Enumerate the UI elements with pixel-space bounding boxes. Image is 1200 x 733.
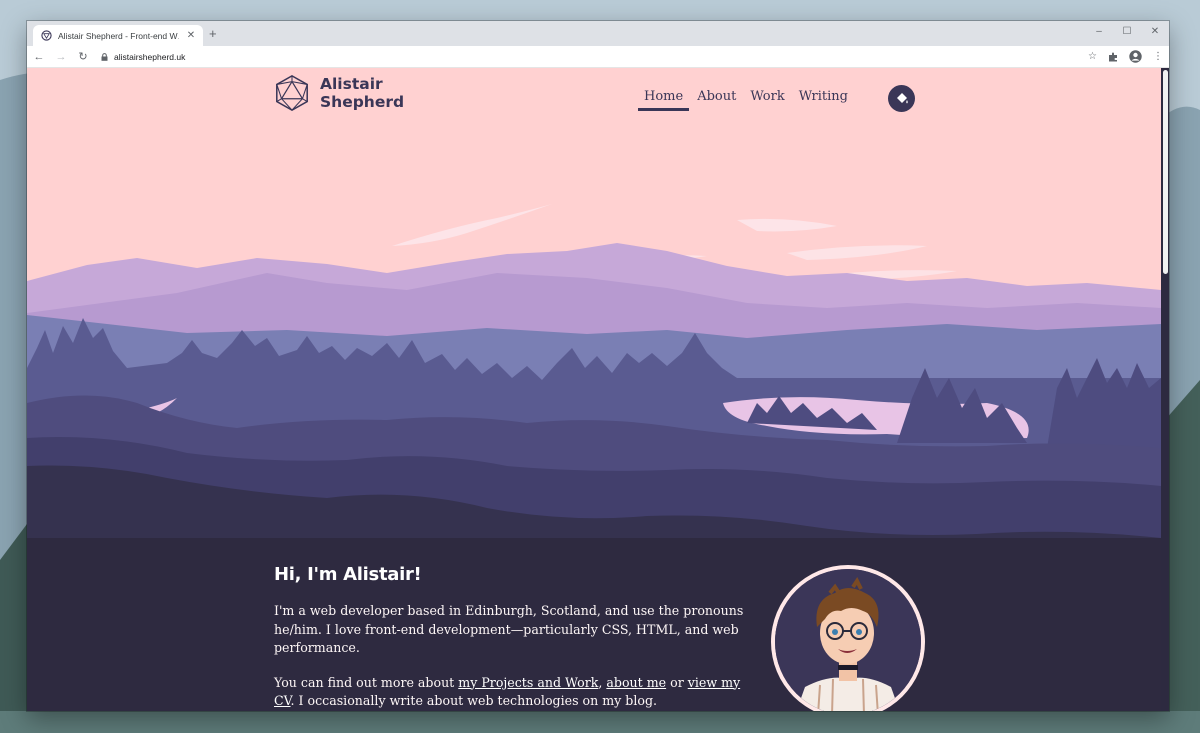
address-bar[interactable]: alistairshepherd.uk (101, 49, 1078, 65)
about-me-link[interactable]: about me (606, 675, 666, 690)
bookmark-star-icon[interactable]: ☆ (1088, 51, 1097, 62)
reload-icon[interactable]: ↻ (77, 50, 89, 63)
scrollbar-thumb[interactable] (1163, 70, 1168, 274)
window-controls: – ☐ ✕ (1085, 21, 1169, 46)
links-sep2: or (666, 674, 688, 690)
links-paragraph: You can find out more about my Projects … (274, 674, 744, 711)
page-viewport: Alistair Shepherd Home About Work Writin… (27, 68, 1169, 711)
lock-icon (101, 52, 108, 61)
nav-link-about[interactable]: About (690, 84, 743, 111)
projects-link[interactable]: my Projects and Work (458, 675, 598, 690)
forward-arrow-icon[interactable]: → (55, 51, 67, 63)
back-arrow-icon[interactable]: ← (33, 51, 45, 63)
intro-paragraph: I'm a web developer based in Edinburgh, … (274, 603, 744, 655)
profile-avatar-icon[interactable] (1129, 50, 1142, 63)
tab-title: Alistair Shepherd - Front-end W… (58, 30, 179, 41)
favicon-icon (41, 30, 52, 41)
page-scrollbar[interactable] (1161, 68, 1169, 711)
intro-heading: Hi, I'm Alistair! (274, 564, 422, 585)
kebab-menu-icon[interactable]: ⋮ (1153, 51, 1163, 62)
nav-link-writing[interactable]: Writing (792, 84, 855, 111)
site-header: Alistair Shepherd Home About Work Writin… (273, 74, 923, 114)
browser-tab[interactable]: Alistair Shepherd - Front-end W… ✕ (33, 25, 203, 46)
avatar-portrait (775, 569, 921, 711)
links-suffix: . I occasionally write about web technol… (290, 693, 658, 708)
avatar (771, 565, 925, 711)
nav-link-home[interactable]: Home (637, 84, 690, 111)
minimize-button[interactable]: – (1085, 21, 1113, 41)
close-window-button[interactable]: ✕ (1141, 21, 1169, 41)
links-prefix: You can find out more about (274, 674, 459, 690)
intro-section: Hi, I'm Alistair! I'm a web developer ba… (274, 564, 744, 711)
theme-toggle-button[interactable] (888, 85, 915, 112)
nav-link-work[interactable]: Work (743, 84, 791, 111)
tab-close-icon[interactable]: ✕ (185, 30, 197, 41)
browser-toolbar: ← → ↻ alistairshepherd.uk ☆ ⋮ (27, 46, 1169, 68)
tab-strip: Alistair Shepherd - Front-end W… ✕ + – ☐… (27, 21, 1169, 46)
main-nav: Home About Work Writing (637, 84, 855, 111)
maximize-button[interactable]: ☐ (1113, 21, 1141, 41)
extensions-puzzle-icon[interactable] (1108, 52, 1118, 62)
new-tab-button[interactable]: + (209, 27, 217, 41)
site-name-line2: Shepherd (320, 93, 405, 111)
paint-bucket-icon (896, 92, 908, 103)
url-text: alistairshepherd.uk (114, 51, 186, 62)
browser-window: Alistair Shepherd - Front-end W… ✕ + – ☐… (27, 21, 1169, 711)
site-name: Alistair Shepherd (320, 75, 410, 111)
icosahedron-logo-icon (276, 75, 308, 111)
cartoon-portrait-illustration (775, 569, 921, 711)
site-name-line1: Alistair (320, 75, 383, 93)
site-logo[interactable]: Alistair Shepherd (273, 74, 410, 112)
